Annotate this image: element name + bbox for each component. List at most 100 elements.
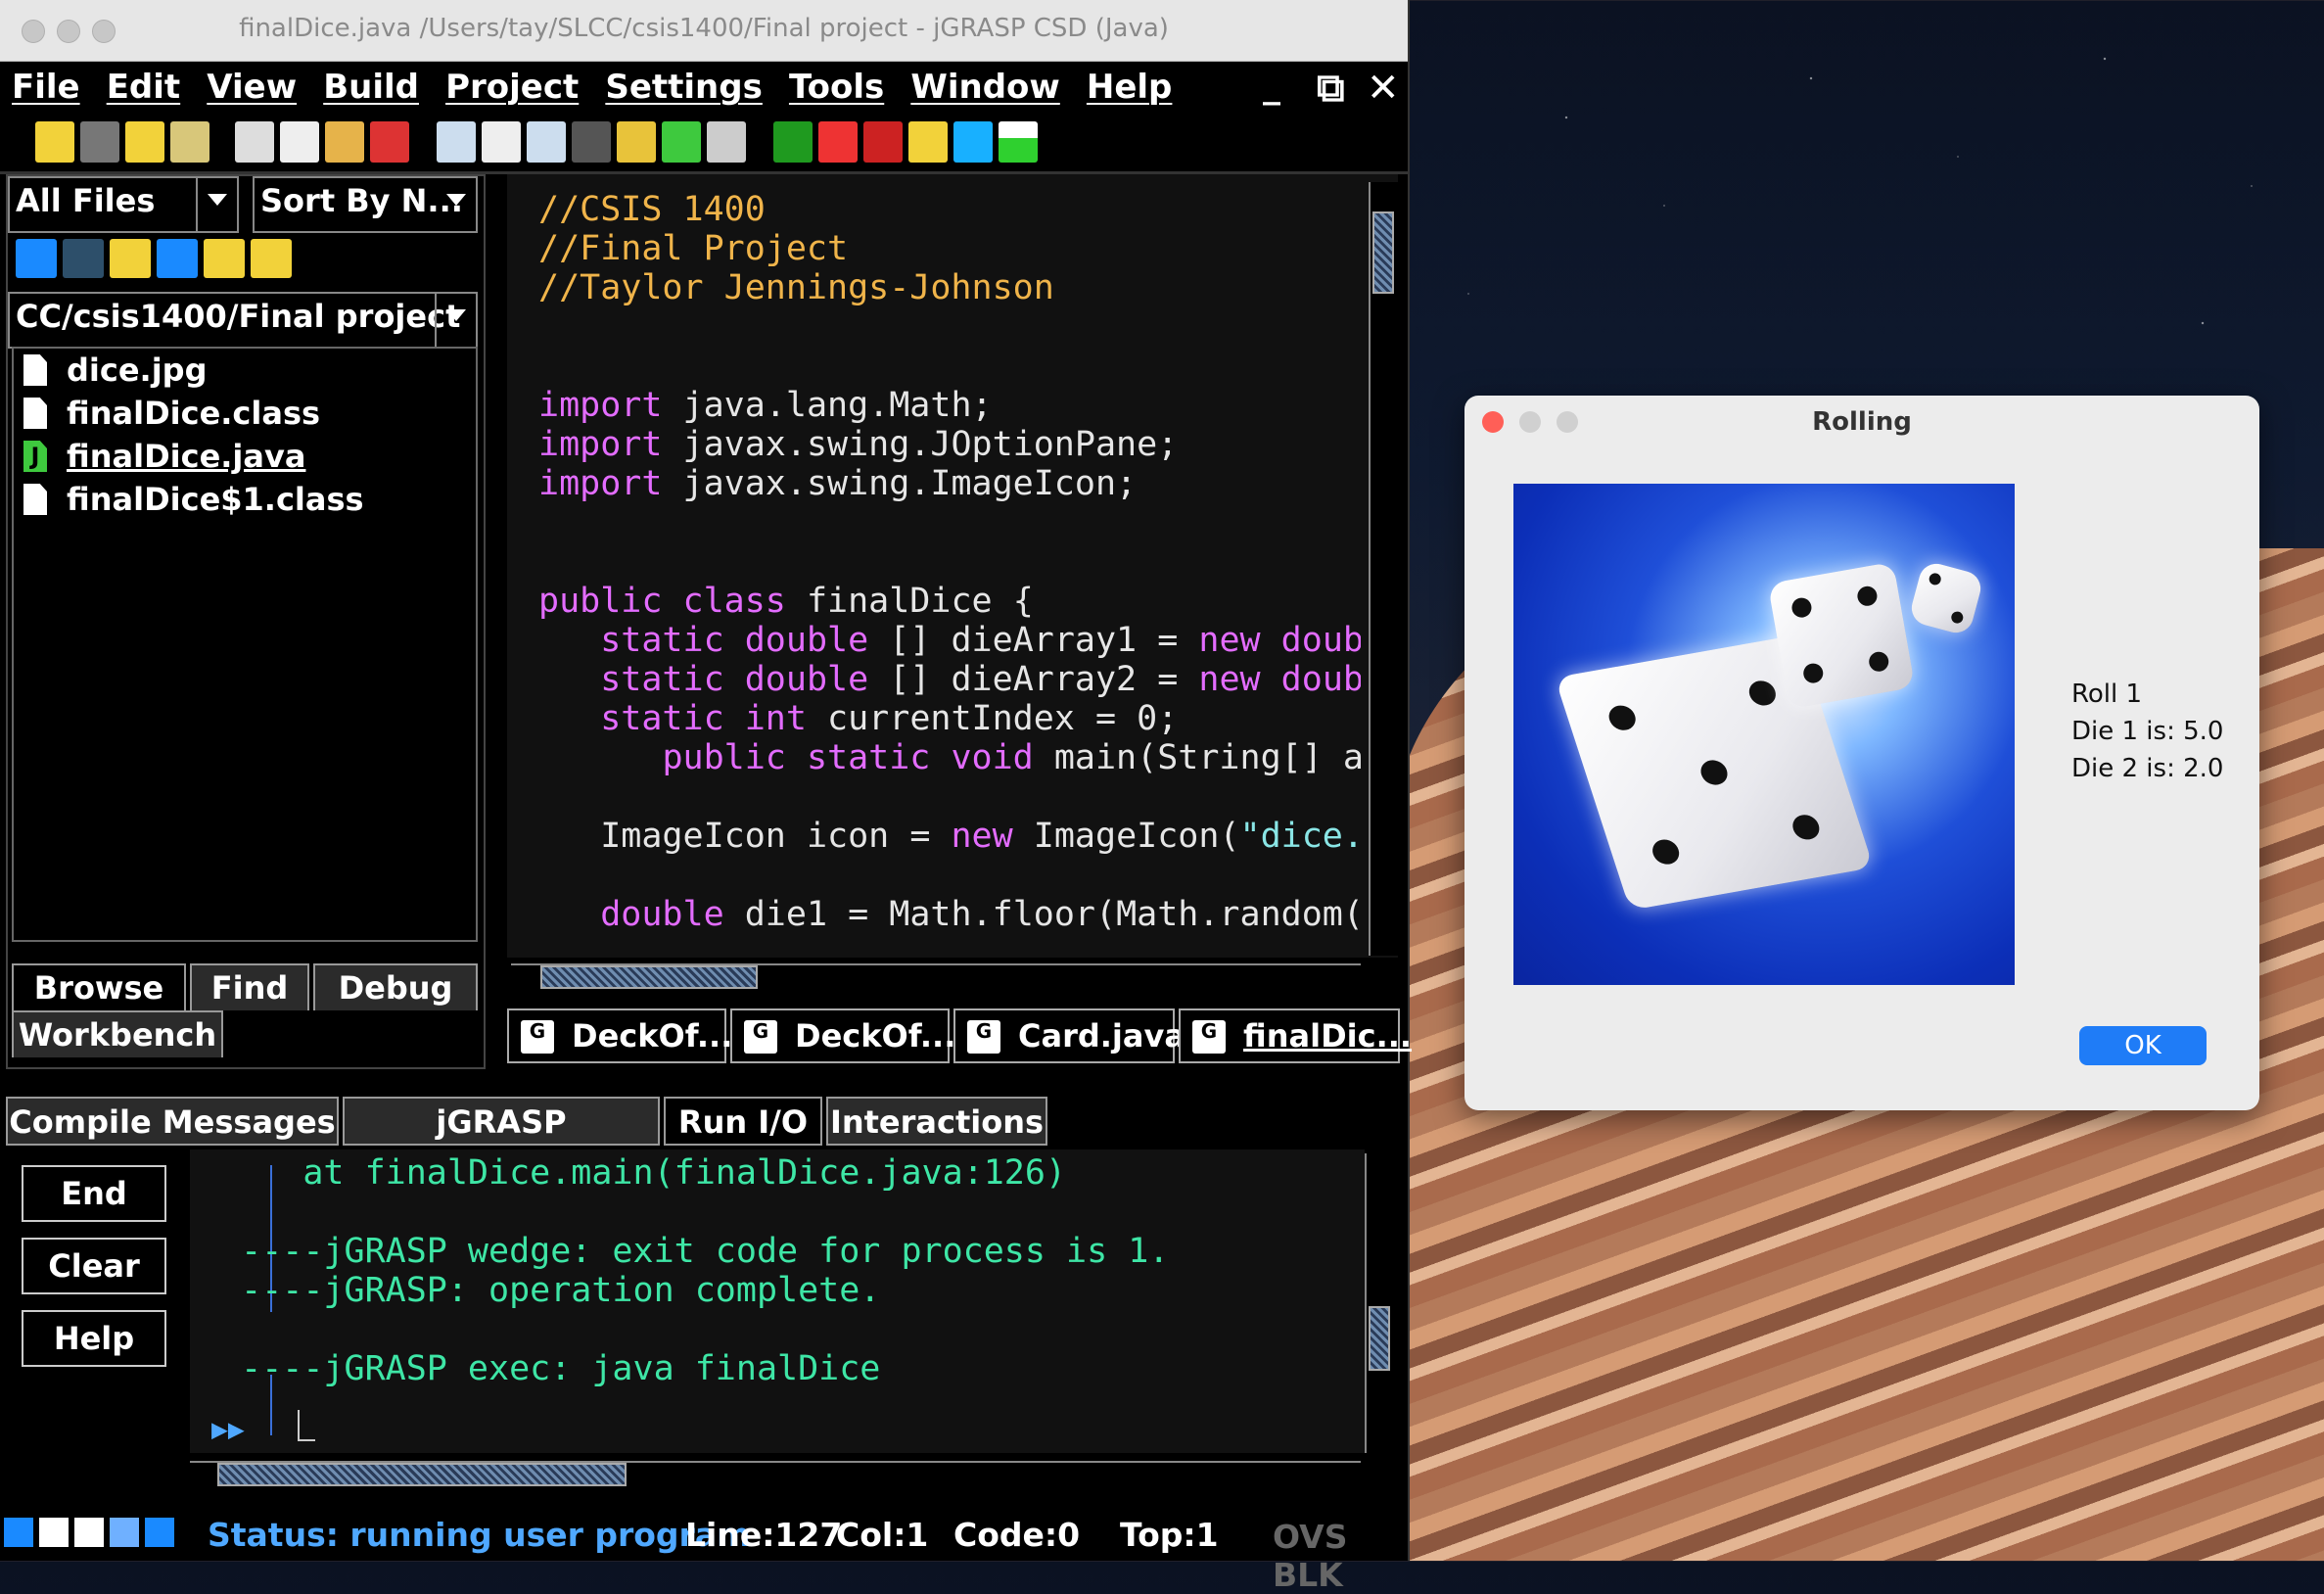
- menu-tools[interactable]: Tools: [789, 62, 884, 107]
- tab-label: DeckOf...: [572, 1017, 733, 1055]
- tab-card-java[interactable]: G Card.java: [953, 1008, 1185, 1063]
- copy-icon[interactable]: [280, 121, 319, 163]
- interactions-icon[interactable]: [953, 121, 993, 163]
- die2-result: Die 2 is: 2.0: [2071, 754, 2224, 783]
- tab-workbench[interactable]: Workbench: [12, 1010, 223, 1057]
- chart-icon[interactable]: [617, 121, 656, 163]
- remove-csd-icon[interactable]: [482, 121, 521, 163]
- tab-jgrasp-messages[interactable]: jGRASP Messages: [343, 1097, 660, 1188]
- print-icon[interactable]: [170, 121, 209, 163]
- back-icon[interactable]: [16, 239, 57, 278]
- status-bar: Status: running user program Line:127 Co…: [0, 1508, 1408, 1594]
- close-pane-icon[interactable]: ✕: [1367, 66, 1400, 111]
- scroll-thumb[interactable]: [217, 1463, 627, 1486]
- menu-edit[interactable]: Edit: [107, 62, 180, 107]
- toolbar: [0, 117, 1408, 174]
- breakpoint-icon[interactable]: [572, 121, 611, 163]
- forward-icon[interactable]: [63, 239, 104, 278]
- viewer-icon[interactable]: [908, 121, 948, 163]
- tab-compile-messages[interactable]: Compile Messages: [6, 1097, 339, 1146]
- tab-browse[interactable]: Browse: [12, 963, 186, 1010]
- pip: [1949, 610, 1965, 625]
- generate-csd-icon[interactable]: [437, 121, 476, 163]
- file-icon: [23, 484, 47, 515]
- working-folder-icon[interactable]: [251, 239, 292, 278]
- menu-build[interactable]: Build: [323, 62, 419, 107]
- tab-finaldice[interactable]: GfinalDic...: [1179, 1008, 1412, 1063]
- tab-run-io[interactable]: Run I/O: [664, 1097, 822, 1146]
- csd-icon: G: [744, 1020, 777, 1054]
- run-icon[interactable]: [818, 121, 858, 163]
- list-icon[interactable]: [110, 1518, 139, 1547]
- list-item-finaldice-class[interactable]: finalDice.class: [14, 392, 476, 435]
- filter-dropdown[interactable]: All Files: [8, 176, 239, 233]
- output-vertical-scrollbar[interactable]: [1365, 1153, 1394, 1453]
- pip: [1867, 650, 1890, 674]
- sort-dropdown[interactable]: Sort By N...: [253, 176, 478, 233]
- refresh-icon[interactable]: [157, 239, 198, 278]
- menu-view[interactable]: View: [207, 62, 297, 107]
- output-horizontal-scrollbar[interactable]: [190, 1461, 1361, 1488]
- clear-button[interactable]: Clear: [22, 1238, 166, 1294]
- menu-window[interactable]: Window: [910, 62, 1059, 107]
- documentation-icon[interactable]: [707, 121, 746, 163]
- menu-file[interactable]: File: [12, 62, 80, 107]
- paste-icon[interactable]: [325, 121, 364, 163]
- debug-icon[interactable]: [863, 121, 903, 163]
- tab-find[interactable]: Find: [190, 963, 309, 1010]
- die1-result: Die 1 is: 5.0: [2071, 717, 2224, 746]
- scroll-thumb[interactable]: [540, 965, 758, 989]
- path-dropdown[interactable]: CC/csis1400/Final project: [8, 292, 478, 349]
- help-button[interactable]: Help: [22, 1310, 166, 1367]
- restore-pane-icon[interactable]: ⧉: [1317, 66, 1345, 111]
- dialog-title: Rolling: [1812, 407, 1912, 437]
- list-item-dice-jpg[interactable]: dice.jpg: [14, 349, 476, 392]
- parent-folder-icon[interactable]: [110, 239, 151, 278]
- menu-settings[interactable]: Settings: [605, 62, 763, 107]
- editor-vertical-scrollbar[interactable]: [1369, 182, 1398, 956]
- run-output[interactable]: ▶▶ at finalDice.main(finalDice.java:126)…: [190, 1149, 1365, 1453]
- tab-deckof-2[interactable]: G DeckOf...: [730, 1008, 955, 1063]
- open-folder-icon[interactable]: [35, 121, 74, 163]
- list-item-finaldice-java[interactable]: J finalDice.java: [14, 435, 476, 478]
- csd-icon: G: [1192, 1020, 1226, 1054]
- split-icon[interactable]: [74, 1518, 104, 1547]
- ok-button[interactable]: OK: [2079, 1026, 2207, 1065]
- menu-bar: File Edit View Build Project Settings To…: [0, 62, 1408, 117]
- workbench-icon[interactable]: [999, 121, 1038, 163]
- scroll-thumb[interactable]: [1369, 1306, 1390, 1371]
- line-numbers-icon[interactable]: [527, 121, 566, 163]
- uml-icon[interactable]: [662, 121, 701, 163]
- tab-deckof-1[interactable]: G DeckOf...: [507, 1008, 732, 1063]
- scroll-thumb[interactable]: [1372, 211, 1394, 294]
- chevron-down-icon: [446, 194, 466, 206]
- status-line: Line:127: [685, 1516, 843, 1554]
- chevron-down-icon: [446, 309, 466, 321]
- code-line: double die1 = Math.floor(Math.random(): [600, 895, 1361, 934]
- output-line-4: ----jGRASP: operation complete.: [200, 1271, 881, 1310]
- layout-icon[interactable]: [39, 1518, 69, 1547]
- browse-pane: All Files Sort By N... CC/csis1400/Final…: [6, 174, 486, 1069]
- end-button[interactable]: End: [22, 1165, 166, 1222]
- compile-icon[interactable]: [773, 121, 813, 163]
- menu-help[interactable]: Help: [1087, 62, 1173, 107]
- cut-icon[interactable]: [235, 121, 274, 163]
- cascade-icon[interactable]: [145, 1518, 174, 1547]
- tab-debug[interactable]: Debug: [313, 963, 478, 1010]
- list-item-finaldice1-class[interactable]: finalDice$1.class: [14, 478, 476, 521]
- source-code[interactable]: //CSIS 1400//Final Project//Taylor Jenni…: [538, 190, 1361, 934]
- undo-icon[interactable]: [370, 121, 409, 163]
- code-editor[interactable]: //CSIS 1400//Final Project//Taylor Jenni…: [507, 174, 1398, 958]
- minimize-pane-icon[interactable]: _: [1263, 66, 1280, 106]
- window-title: finalDice.java /Users/tay/SLCC/csis1400/…: [239, 14, 1169, 43]
- home-folder-icon[interactable]: [204, 239, 245, 278]
- backup-icon[interactable]: [125, 121, 164, 163]
- save-icon[interactable]: [80, 121, 119, 163]
- editor-horizontal-scrollbar[interactable]: [511, 963, 1361, 991]
- tab-interactions[interactable]: Interactions: [826, 1097, 1047, 1146]
- window-icon[interactable]: [4, 1518, 33, 1547]
- menu-project[interactable]: Project: [445, 62, 579, 107]
